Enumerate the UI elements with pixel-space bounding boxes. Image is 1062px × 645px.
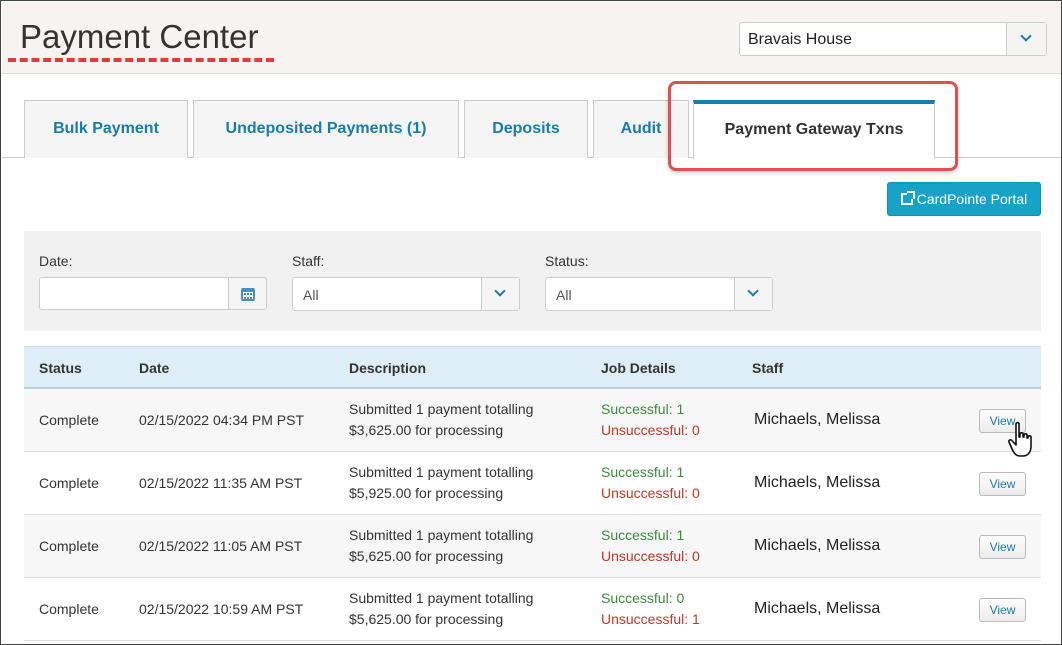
organization-select-toggle[interactable] <box>1006 23 1046 55</box>
row-description-line1: Submitted 1 payment totalling <box>349 464 534 480</box>
row-status: Complete <box>39 538 99 554</box>
page-title: Payment Center <box>20 18 259 55</box>
row-description-line1: Submitted 1 payment totalling <box>349 527 534 543</box>
view-button[interactable]: View <box>979 598 1026 622</box>
row-successful-count: Successful: 1 <box>601 464 685 480</box>
row-successful-count: Successful: 0 <box>601 590 685 606</box>
column-header-date[interactable]: Date <box>139 360 169 376</box>
view-button[interactable]: View <box>979 472 1026 496</box>
status-select-toggle[interactable] <box>734 278 772 310</box>
row-job-details: Successful: 1 Unsuccessful: 0 <box>601 525 700 567</box>
row-job-details: Successful: 0 Unsuccessful: 1 <box>601 588 700 630</box>
tab-undeposited-payments[interactable]: Undeposited Payments (1) <box>193 100 459 158</box>
status-filter-label: Status: <box>545 253 589 269</box>
row-date: 02/15/2022 11:35 AM PST <box>139 475 303 491</box>
row-date: 02/15/2022 11:05 AM PST <box>139 538 303 554</box>
row-staff: Michaels, Melissa <box>754 474 881 491</box>
row-description: Submitted 1 payment totalling $3,625.00 f… <box>349 399 533 441</box>
row-staff: Michaels, Melissa <box>754 600 881 617</box>
table-row: Complete 02/15/2022 10:59 AM PST Submitted… <box>24 578 1041 641</box>
external-link-icon <box>900 191 915 205</box>
row-description: Submitted 1 payment totalling $5,625.00 f… <box>349 525 533 567</box>
row-description-line1: Submitted 1 payment totalling <box>349 590 534 606</box>
row-job-details: Successful: 1 Unsuccessful: 0 <box>601 462 700 504</box>
row-description-line2: $5,625.00 for processing <box>349 611 504 627</box>
row-unsuccessful-count: Unsuccessful: 0 <box>601 422 700 438</box>
column-header-description[interactable]: Description <box>349 360 426 376</box>
column-header-status[interactable]: Status <box>39 360 82 376</box>
tab-bulk-payment[interactable]: Bulk Payment <box>24 100 188 158</box>
status-select[interactable]: All <box>545 277 773 311</box>
organization-select[interactable]: Bravais House <box>739 22 1047 56</box>
date-input[interactable] <box>39 277 229 310</box>
cardpointe-portal-button[interactable]: CardPointe Portal <box>887 182 1041 216</box>
row-successful-count: Successful: 1 <box>601 527 685 543</box>
row-date: 02/15/2022 04:34 PM PST <box>139 412 304 428</box>
row-description-line2: $3,625.00 for processing <box>349 422 504 438</box>
row-unsuccessful-count: Unsuccessful: 0 <box>601 548 700 564</box>
staff-select[interactable]: All <box>292 277 520 311</box>
date-filter-label: Date: <box>39 253 73 269</box>
calendar-icon <box>241 288 255 301</box>
row-unsuccessful-count: Unsuccessful: 0 <box>601 485 700 501</box>
table-row: Complete 02/15/2022 11:35 AM PST Submitted… <box>24 452 1041 515</box>
table-row: Complete 02/15/2022 04:34 PM PST Submitted… <box>24 389 1041 452</box>
page-header: Payment Center Bravais House <box>2 2 1061 74</box>
row-successful-count: Successful: 1 <box>601 401 685 417</box>
staff-select-toggle[interactable] <box>481 278 519 310</box>
title-annotation-underline <box>8 58 274 62</box>
row-description-line2: $5,925.00 for processing <box>349 485 504 501</box>
row-status: Complete <box>39 475 99 491</box>
tab-annotation-highlight <box>668 81 958 171</box>
row-staff: Michaels, Melissa <box>754 537 881 554</box>
status-select-value: All <box>556 287 572 303</box>
date-picker-button[interactable] <box>228 277 267 310</box>
column-header-staff[interactable]: Staff <box>752 360 783 376</box>
hand-pointer-cursor-icon <box>1008 421 1032 457</box>
view-button[interactable]: View <box>979 535 1026 559</box>
table-header: Status Date Description Job Details Staf… <box>24 346 1041 389</box>
chevron-down-icon <box>1020 30 1032 42</box>
row-date: 02/15/2022 10:59 AM PST <box>139 601 304 617</box>
row-status: Complete <box>39 601 99 617</box>
row-description-line2: $5,625.00 for processing <box>349 548 504 564</box>
chevron-down-icon <box>494 285 506 297</box>
tab-deposits[interactable]: Deposits <box>464 100 588 158</box>
row-description: Submitted 1 payment totalling $5,625.00 f… <box>349 588 533 630</box>
table-row: Complete 02/15/2022 11:05 AM PST Submitted… <box>24 515 1041 578</box>
row-staff: Michaels, Melissa <box>754 411 881 428</box>
row-unsuccessful-count: Unsuccessful: 1 <box>601 611 700 627</box>
staff-select-value: All <box>303 287 319 303</box>
chevron-down-icon <box>747 285 759 297</box>
cardpointe-portal-label: CardPointe Portal <box>916 191 1028 207</box>
row-description: Submitted 1 payment totalling $5,925.00 f… <box>349 462 533 504</box>
staff-filter-label: Staff: <box>292 253 325 269</box>
row-job-details: Successful: 1 Unsuccessful: 0 <box>601 399 700 441</box>
organization-select-value: Bravais House <box>748 31 853 48</box>
app-window: Payment Center Bravais House Bulk Paymen… <box>0 0 1062 645</box>
row-status: Complete <box>39 412 99 428</box>
row-description-line1: Submitted 1 payment totalling <box>349 401 534 417</box>
column-header-job-details[interactable]: Job Details <box>601 360 676 376</box>
